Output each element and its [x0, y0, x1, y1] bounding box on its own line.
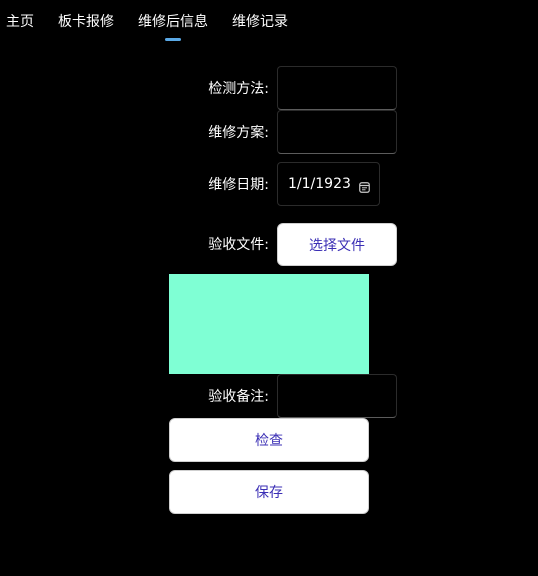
tab-post-repair-info[interactable]: 维修后信息	[138, 12, 208, 32]
calendar-icon	[359, 178, 370, 193]
date-label: 维修日期:	[208, 177, 269, 193]
tab-bar: 主页 板卡报修 维修后信息 维修记录	[0, 0, 538, 44]
save-button[interactable]: 保存	[169, 470, 369, 514]
plan-input[interactable]	[277, 110, 397, 154]
plan-label: 维修方案:	[208, 125, 269, 141]
check-button[interactable]: 检查	[169, 418, 369, 462]
method-input[interactable]	[277, 66, 397, 110]
choose-file-button[interactable]: 选择文件	[277, 223, 397, 266]
file-preview	[169, 274, 369, 374]
tab-board-repair[interactable]: 板卡报修	[58, 12, 114, 32]
note-input[interactable]	[277, 374, 397, 418]
date-value: 1/1/1923	[288, 176, 351, 192]
method-label: 检测方法:	[208, 81, 269, 97]
active-tab-indicator	[165, 38, 181, 41]
tab-home[interactable]: 主页	[6, 12, 34, 32]
note-label: 验收备注:	[208, 389, 269, 405]
tab-repair-records[interactable]: 维修记录	[232, 12, 288, 32]
file-label: 验收文件:	[208, 237, 269, 253]
date-picker[interactable]: 1/1/1923	[277, 162, 380, 206]
